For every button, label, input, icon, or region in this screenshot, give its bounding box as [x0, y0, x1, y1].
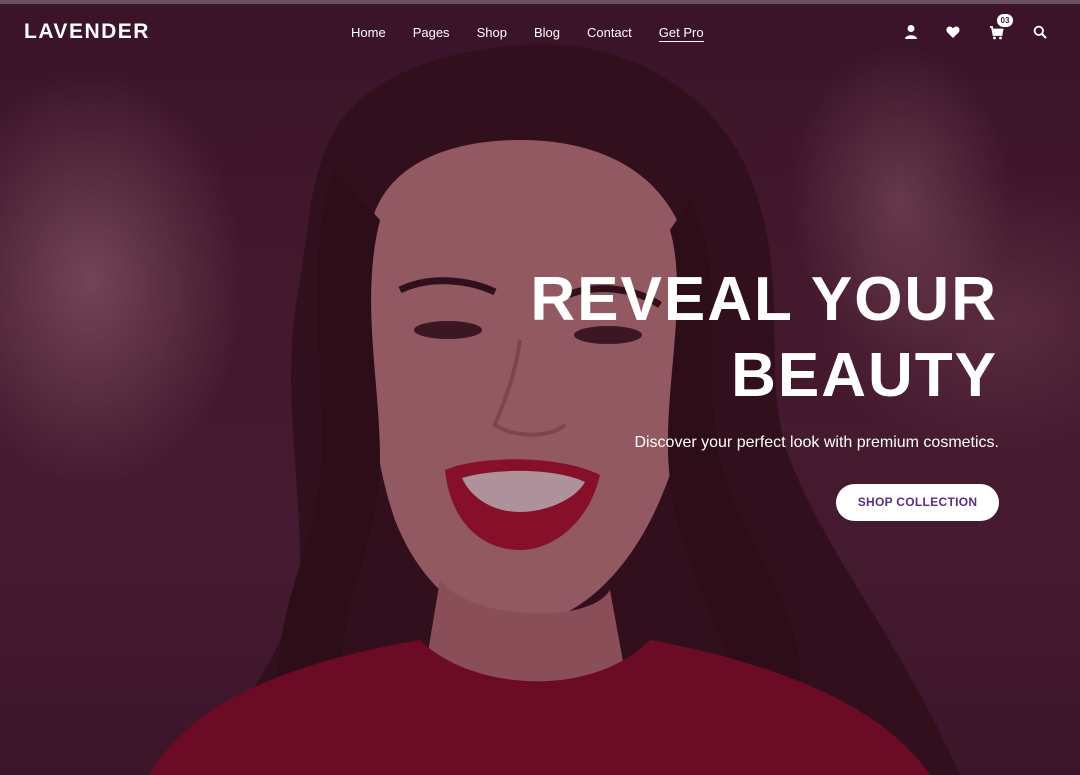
hero-title-line-1: REVEAL YOUR — [530, 265, 998, 334]
nav-item-get-pro[interactable]: Get Pro — [658, 25, 704, 42]
user-icon[interactable] — [904, 24, 918, 40]
hero-subtitle: Discover your perfect look with premium … — [634, 434, 999, 451]
hero-title: REVEAL YOUR BEAUTY — [478, 262, 998, 414]
search-icon[interactable] — [1033, 25, 1047, 41]
hero-title-line-2: BEAUTY — [731, 341, 998, 410]
shop-collection-button[interactable]: SHOP COLLECTION — [836, 484, 999, 521]
main-nav: Home Pages Shop Blog Contact Get Pro — [351, 25, 731, 42]
cart-count-badge: 03 — [997, 14, 1013, 27]
cart-icon[interactable] — [989, 25, 1004, 41]
nav-item-shop[interactable]: Shop — [477, 25, 507, 42]
brand-logo[interactable]: LAVENDER — [24, 20, 150, 44]
nav-item-contact[interactable]: Contact — [587, 25, 632, 42]
nav-item-pages[interactable]: Pages — [413, 25, 450, 42]
hero-section: LAVENDER Home Pages Shop Blog Contact Ge… — [0, 0, 1080, 775]
site-header: LAVENDER Home Pages Shop Blog Contact Ge… — [0, 0, 1080, 64]
nav-item-blog[interactable]: Blog — [534, 25, 560, 42]
nav-item-home[interactable]: Home — [351, 25, 386, 42]
heart-icon[interactable] — [946, 25, 960, 41]
